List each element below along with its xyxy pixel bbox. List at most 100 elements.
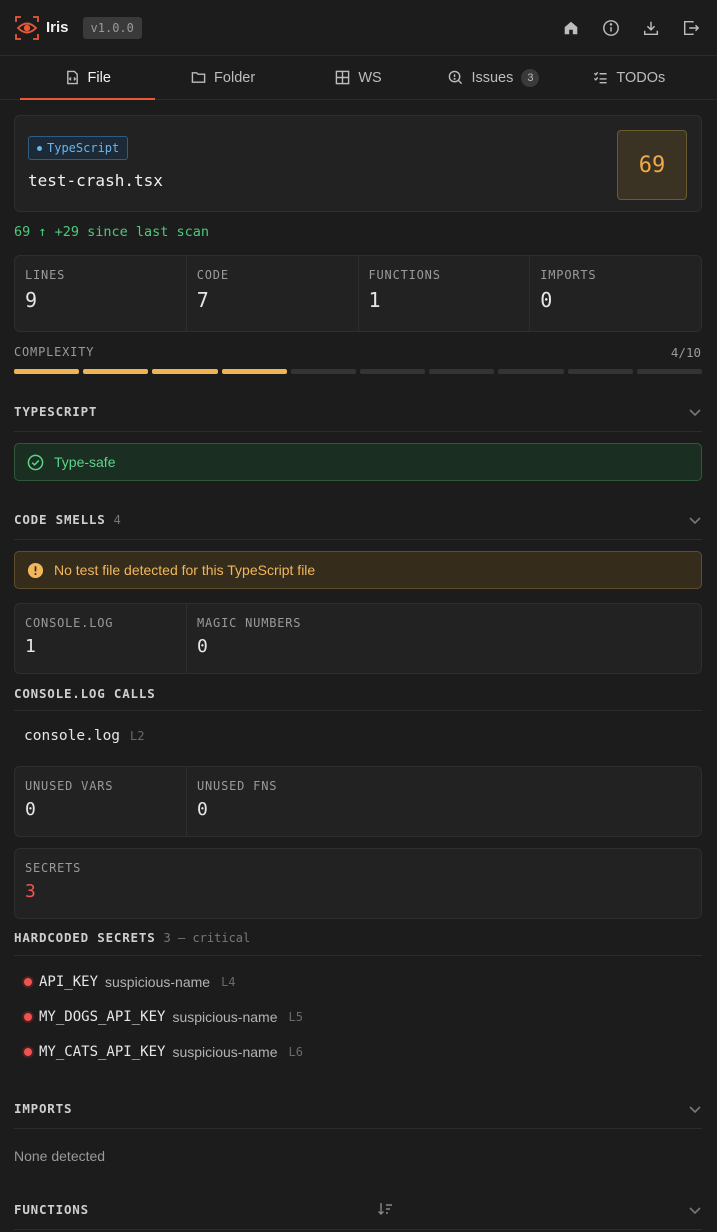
critical-dot-icon [24,1013,32,1021]
tab-label: WS [358,69,382,86]
smell-stats-grid: CONSOLE.LOG 1 MAGIC NUMBERS 0 [14,603,702,674]
secrets-stat-grid: SECRETS 3 [14,848,702,919]
complexity-value: 4/10 [670,345,701,360]
section-code-smells[interactable]: CODE SMELLS 4 [14,500,702,540]
stat-label: UNUSED VARS [25,779,114,793]
health-score: 69 [617,130,687,200]
version-badge: v1.0.0 [82,16,142,39]
tab-folder[interactable]: Folder [155,56,290,99]
unused-stats-grid: UNUSED VARS 0 UNUSED FNS 0 [14,766,702,837]
section-title: HARDCODED SECRETS [14,930,156,945]
check-circle-icon [27,454,44,470]
folder-icon [191,72,206,83]
complexity-segment [290,369,357,374]
stat-label: MAGIC NUMBERS [197,616,302,630]
call-name: console.log [24,728,121,744]
app-header: Iris v1.0.0 [0,0,717,56]
language-label: TypeScript [47,141,120,155]
complexity-segment [152,369,218,374]
file-stats-grid: LINES 9 CODE 7 FUNCTIONS 1 IMPORTS 0 [14,255,702,332]
line-ref: L2 [130,729,145,743]
section-count: 4 [113,512,121,527]
home-icon [564,21,578,34]
eye-logo-icon [15,15,39,40]
secret-name: MY_DOGS_API_KEY [39,1009,166,1025]
logo: Iris v1.0.0 [14,15,142,41]
complexity-segment [567,369,633,374]
secret-type: suspicious-name [105,974,211,990]
stat-value: 0 [25,799,36,820]
secret-item[interactable]: API_KEY suspicious-name L4 [24,974,236,990]
complexity-segment [83,369,149,374]
line-ref: L5 [288,1010,303,1024]
chevron-down-icon [689,408,701,416]
warning-text: No test file detected for this TypeScrip… [54,562,316,578]
info-icon [603,19,619,36]
stat-magic-numbers: MAGIC NUMBERS 0 [187,604,701,673]
stat-code: CODE 7 [187,256,359,331]
stat-value: 1 [25,636,36,657]
critical-dot-icon [24,978,32,986]
complexity-segment [14,369,80,374]
search-issues-icon [449,70,463,85]
tab-ws[interactable]: WS [291,56,426,99]
secret-type: suspicious-name [172,1044,278,1060]
console-calls-header: CONSOLE.LOG CALLS [14,676,702,711]
stat-label: FUNCTIONS [368,268,441,282]
score-delta: 69 ↑ +29 since last scan [14,224,210,240]
section-typescript[interactable]: TYPESCRIPT [14,392,702,432]
download-button[interactable] [641,18,661,38]
file-name: test-crash.tsx [28,171,163,190]
tab-todos[interactable]: TODOs [562,56,697,99]
grid-icon [336,70,350,85]
no-test-warning: No test file detected for this TypeScrip… [14,551,702,589]
secret-name: MY_CATS_API_KEY [39,1044,166,1060]
stat-label: LINES [25,268,66,282]
stat-label: UNUSED FNS [197,779,278,793]
stat-lines: LINES 9 [15,256,187,331]
section-title: IMPORTS [14,1101,73,1116]
secret-item[interactable]: MY_CATS_API_KEY suspicious-name L6 [24,1044,303,1060]
stat-value: 0 [197,799,208,820]
tab-issues[interactable]: Issues 3 [426,56,561,99]
stat-label: CODE [196,268,229,282]
complexity-segment [636,369,703,374]
sort-icon[interactable] [377,1202,393,1216]
complexity-segment [429,369,495,374]
hardcoded-secrets-header: HARDCODED SECRETS 3 — critical [14,920,702,956]
logout-icon [683,20,700,35]
section-functions[interactable]: FUNCTIONS [14,1190,702,1230]
status-text: Type-safe [54,454,116,470]
logout-button[interactable] [681,18,701,38]
section-title: FUNCTIONS [14,1202,89,1217]
complexity-segment [498,369,564,374]
stat-console-log: CONSOLE.LOG 1 [15,604,187,673]
tab-label: Issues [471,69,514,86]
app-name: Iris [46,19,69,36]
stat-value: 7 [196,288,209,312]
section-imports[interactable]: IMPORTS [14,1089,702,1129]
stat-label: SECRETS [25,861,82,875]
tab-file[interactable]: File [20,56,156,100]
section-title: TYPESCRIPT [14,404,98,419]
stat-value: 1 [368,288,381,312]
complexity-meter [14,369,703,374]
stat-secrets: SECRETS 3 [15,849,701,918]
secret-item[interactable]: MY_DOGS_API_KEY suspicious-name L5 [24,1009,303,1025]
section-title: CODE SMELLS [14,512,106,527]
console-call-item[interactable]: console.log L2 [24,728,144,744]
tab-label: TODOs [616,69,666,86]
file-code-icon [66,70,78,85]
complexity-label: COMPLEXITY [14,345,95,359]
warning-circle-icon [27,562,44,578]
home-button[interactable] [561,18,581,38]
section-count: 3 — critical [163,930,251,945]
stat-value: 9 [25,288,38,312]
stat-imports: IMPORTS 0 [530,256,701,331]
stat-value: 3 [25,881,36,902]
complexity-segment [221,369,287,374]
imports-empty-text: None detected [14,1148,106,1164]
checklist-icon [594,71,607,84]
info-button[interactable] [601,18,621,38]
critical-dot-icon [24,1048,32,1056]
